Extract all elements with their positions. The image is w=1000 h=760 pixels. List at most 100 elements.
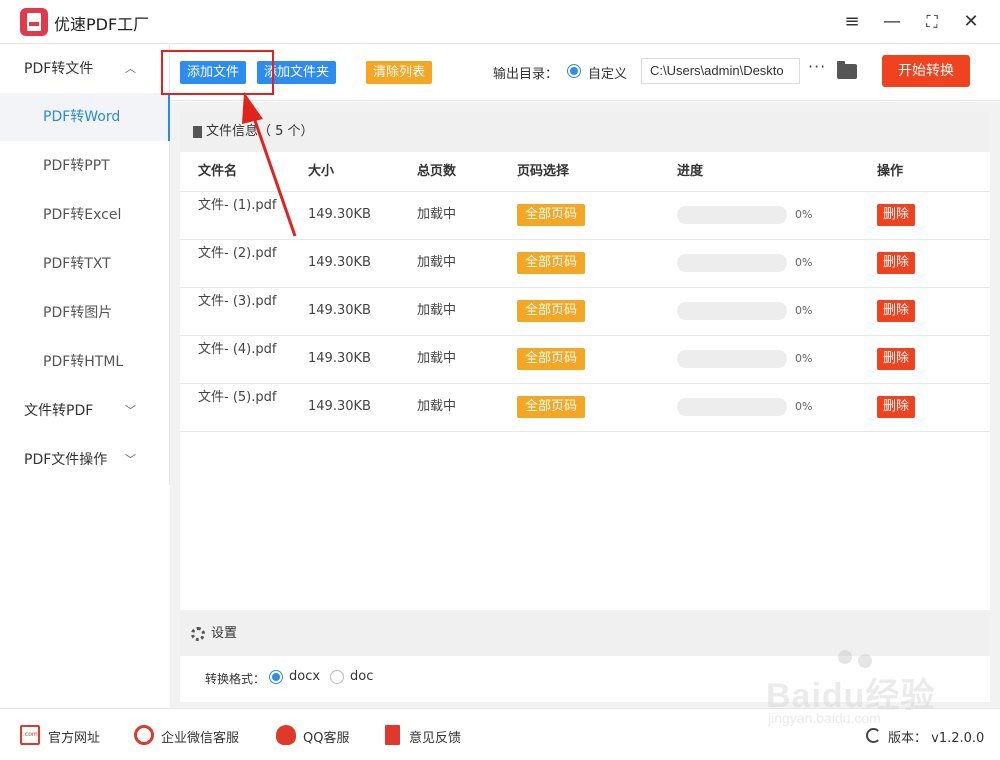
page-count: 加载中 <box>417 351 457 366</box>
sidebar-group-label: 文件转PDF <box>24 403 94 419</box>
page-select-button[interactable]: 全部页码 <box>517 396 586 418</box>
file-list-panel: 文件信息（ 5 个） 文件名 大小 总页数 页码选择 进度 操作 文件- (1)… <box>180 112 990 610</box>
footer-link-website[interactable]: 官方网址 <box>48 727 100 746</box>
footer-link-wechat[interactable]: 企业微信客服 <box>161 727 239 746</box>
table-row: 文件- (3).pdf 149.30KB 加载中 全部页码 0% 删除 <box>180 287 990 335</box>
output-dir-label: 输出目录： <box>493 67 559 82</box>
page-select-button[interactable]: 全部页码 <box>517 204 586 226</box>
progress-bar <box>677 254 787 272</box>
gear-icon <box>191 627 205 641</box>
sidebar: PDF转文件 ︿ PDF转Word PDF转PPT PDF转Excel PDF转… <box>0 45 170 485</box>
sidebar-group-pdf-to-file[interactable]: PDF转文件 ︿ <box>0 45 170 93</box>
progress-bar <box>677 398 787 416</box>
baidu-watermark: Baidu经验 jingyan.baidu.com <box>760 650 960 740</box>
file-size: 149.30KB <box>308 255 371 270</box>
format-docx-label: docx <box>289 669 321 684</box>
wechat-icon <box>134 725 154 745</box>
delete-button[interactable]: 删除 <box>877 204 916 226</box>
output-path-input[interactable]: C:\Users\admin\Deskto <box>641 58 800 84</box>
table-row: 文件- (4).pdf 149.30KB 加载中 全部页码 0% 删除 <box>180 335 990 383</box>
format-doc-radio[interactable] <box>330 670 344 684</box>
sidebar-item-pdf-to-image[interactable]: PDF转图片 <box>0 289 170 337</box>
clear-list-button[interactable]: 清除列表 <box>366 61 433 84</box>
sidebar-item-pdf-to-excel[interactable]: PDF转Excel <box>0 191 170 239</box>
progress-percent: 0% <box>795 208 813 221</box>
more-options-button[interactable]: ··· <box>808 57 826 76</box>
column-header-progress: 进度 <box>677 164 704 179</box>
sidebar-group-label: PDF转文件 <box>24 61 94 77</box>
table-row: 文件- (5).pdf 149.30KB 加载中 全部页码 0% 删除 <box>180 383 990 431</box>
page-select-button[interactable]: 全部页码 <box>517 348 586 370</box>
sidebar-item-pdf-to-txt[interactable]: PDF转TXT <box>0 240 170 288</box>
minimize-icon[interactable]: — <box>879 9 905 35</box>
file-info-title: 文件信息（ 5 个） <box>206 124 314 139</box>
start-convert-button[interactable]: 开始转换 <box>882 55 970 87</box>
delete-button[interactable]: 删除 <box>877 252 916 274</box>
table-row: 文件- (1).pdf 149.30KB 加载中 全部页码 0% 删除 <box>180 191 990 239</box>
column-header-pages: 总页数 <box>417 164 457 179</box>
chevron-down-icon: ﹀ <box>125 404 136 417</box>
paw-icon <box>838 650 852 664</box>
close-icon[interactable]: ✕ <box>958 9 984 35</box>
table-row: 文件- (2).pdf 149.30KB 加载中 全部页码 0% 删除 <box>180 239 990 287</box>
progress-bar <box>677 350 787 368</box>
column-header-action: 操作 <box>877 164 904 179</box>
file-name: 文件- (4).pdf <box>198 342 277 357</box>
output-custom-radio[interactable] <box>567 64 581 78</box>
footer-link-feedback[interactable]: 意见反馈 <box>409 727 461 746</box>
file-name: 文件- (1).pdf <box>198 198 277 213</box>
paw-icon <box>858 654 872 668</box>
progress-bar <box>677 302 787 320</box>
page-select-button[interactable]: 全部页码 <box>517 252 586 274</box>
output-custom-label: 自定义 <box>588 67 628 82</box>
website-icon <box>20 725 40 745</box>
file-info-header: 文件信息（ 5 个） <box>180 112 990 152</box>
progress-percent: 0% <box>795 304 813 317</box>
footer-link-qq[interactable]: QQ客服 <box>303 727 349 746</box>
column-header-size: 大小 <box>308 164 335 179</box>
column-header-page-select: 页码选择 <box>517 164 570 179</box>
sidebar-item-pdf-to-html[interactable]: PDF转HTML <box>0 338 170 386</box>
page-count: 加载中 <box>417 255 457 270</box>
progress-percent: 0% <box>795 352 813 365</box>
title-bar: 优速PDF工厂 ≡ — ⛶ ✕ <box>0 0 1000 44</box>
sidebar-group-file-to-pdf[interactable]: 文件转PDF ﹀ <box>0 387 170 435</box>
sidebar-item-pdf-to-word[interactable]: PDF转Word <box>0 93 170 141</box>
format-doc-label: doc <box>350 669 374 684</box>
qq-icon <box>276 725 296 745</box>
annotation-highlight-box <box>161 50 274 95</box>
delete-button[interactable]: 删除 <box>877 348 916 370</box>
page-count: 加载中 <box>417 303 457 318</box>
page-select-button[interactable]: 全部页码 <box>517 300 586 322</box>
chevron-down-icon: ﹀ <box>125 453 136 466</box>
menu-icon[interactable]: ≡ <box>839 9 865 35</box>
delete-button[interactable]: 删除 <box>877 300 916 322</box>
progress-percent: 0% <box>795 400 813 413</box>
sidebar-item-pdf-to-ppt[interactable]: PDF转PPT <box>0 142 170 190</box>
watermark-site: jingyan.baidu.com <box>768 710 881 726</box>
table-divider <box>180 431 990 432</box>
file-name: 文件- (3).pdf <box>198 294 277 309</box>
file-name: 文件- (2).pdf <box>198 246 277 261</box>
file-size: 149.30KB <box>308 351 371 366</box>
folder-icon[interactable] <box>837 61 857 79</box>
toolbar: 添加文件 添加文件夹 清除列表 输出目录： 自定义 C:\Users\admin… <box>170 45 1000 101</box>
app-logo-icon <box>20 8 48 36</box>
sidebar-group-label: PDF文件操作 <box>24 452 108 468</box>
sidebar-group-pdf-operations[interactable]: PDF文件操作 ﹀ <box>0 436 170 484</box>
feedback-icon <box>385 725 400 745</box>
file-name: 文件- (5).pdf <box>198 390 277 405</box>
progress-bar <box>677 206 787 224</box>
progress-percent: 0% <box>795 256 813 269</box>
document-icon <box>193 126 202 138</box>
delete-button[interactable]: 删除 <box>877 396 916 418</box>
file-size: 149.30KB <box>308 207 371 222</box>
maximize-icon[interactable]: ⛶ <box>919 9 945 35</box>
page-count: 加载中 <box>417 207 457 222</box>
settings-title: 设置 <box>211 626 238 641</box>
app-title: 优速PDF工厂 <box>54 15 150 34</box>
file-size: 149.30KB <box>308 399 371 414</box>
column-header-name: 文件名 <box>198 164 238 179</box>
format-docx-radio[interactable] <box>269 670 283 684</box>
file-size: 149.30KB <box>308 303 371 318</box>
